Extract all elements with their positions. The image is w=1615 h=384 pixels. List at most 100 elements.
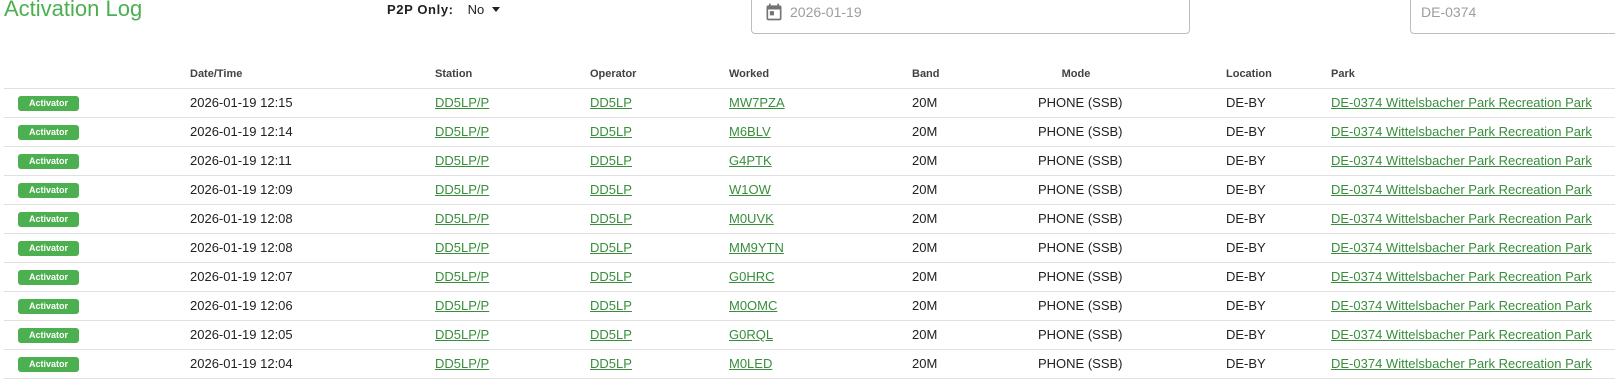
park-link[interactable]: DE-0374 Wittelsbacher Park Recreation Pa… <box>1331 240 1592 255</box>
operator-link[interactable]: DD5LP <box>590 298 632 313</box>
activator-badge: Activator <box>18 125 80 141</box>
band-cell: 20M <box>912 356 938 371</box>
worked-link[interactable]: G4PTK <box>729 153 772 168</box>
operator-link[interactable]: DD5LP <box>590 153 632 168</box>
station-link[interactable]: DD5LP/P <box>435 269 489 284</box>
activation-log-table: Date/Time Station Operator Worked Band M… <box>4 60 1615 379</box>
station-cell: DD5LP/P <box>435 234 489 262</box>
table-row: Activator 2026-01-19 12:09 DD5LP/P DD5LP… <box>4 176 1615 205</box>
worked-link[interactable]: M0OMC <box>729 298 777 313</box>
activator-badge: Activator <box>18 299 80 315</box>
worked-link[interactable]: W1OW <box>729 182 771 197</box>
station-link[interactable]: DD5LP/P <box>435 153 489 168</box>
table-row: Activator 2026-01-19 12:07 DD5LP/P DD5LP… <box>4 263 1615 292</box>
calendar-icon[interactable] <box>764 2 784 22</box>
station-link[interactable]: DD5LP/P <box>435 240 489 255</box>
operator-link[interactable]: DD5LP <box>590 327 632 342</box>
location-cell: DE-BY <box>1226 298 1266 313</box>
datetime-cell: 2026-01-19 12:09 <box>190 182 293 197</box>
worked-link[interactable]: M0UVK <box>729 211 774 226</box>
operator-link[interactable]: DD5LP <box>590 182 632 197</box>
worked-cell: M6BLV <box>729 118 771 146</box>
operator-cell: DD5LP <box>590 176 632 204</box>
mode-cell: PHONE (SSB) <box>1038 124 1123 139</box>
mode-cell: PHONE (SSB) <box>1038 269 1123 284</box>
table-row: Activator 2026-01-19 12:08 DD5LP/P DD5LP… <box>4 234 1615 263</box>
operator-link[interactable]: DD5LP <box>590 240 632 255</box>
operator-link[interactable]: DD5LP <box>590 95 632 110</box>
activator-badge: Activator <box>18 96 80 112</box>
activator-badge: Activator <box>18 183 80 199</box>
station-cell: DD5LP/P <box>435 118 489 146</box>
mode-cell: PHONE (SSB) <box>1038 298 1123 313</box>
activator-badge: Activator <box>18 357 80 373</box>
col-header-worked: Worked <box>729 68 770 80</box>
datetime-cell: 2026-01-19 12:08 <box>190 240 293 255</box>
p2p-filter: P2P Only: No <box>387 2 501 17</box>
datetime-cell: 2026-01-19 12:14 <box>190 124 293 139</box>
park-input[interactable]: DE-0374 <box>1410 0 1615 34</box>
station-link[interactable]: DD5LP/P <box>435 95 489 110</box>
station-link[interactable]: DD5LP/P <box>435 211 489 226</box>
band-cell: 20M <box>912 298 938 313</box>
station-link[interactable]: DD5LP/P <box>435 182 489 197</box>
location-cell: DE-BY <box>1226 327 1266 342</box>
operator-link[interactable]: DD5LP <box>590 269 632 284</box>
mode-cell: PHONE (SSB) <box>1038 327 1123 342</box>
badge-cell: Activator <box>18 176 80 204</box>
park-link[interactable]: DE-0374 Wittelsbacher Park Recreation Pa… <box>1331 182 1592 197</box>
location-cell: DE-BY <box>1226 240 1266 255</box>
location-cell: DE-BY <box>1226 269 1266 284</box>
datetime-cell: 2026-01-19 12:06 <box>190 298 293 313</box>
datetime-cell: 2026-01-19 12:15 <box>190 95 293 110</box>
band-cell: 20M <box>912 269 938 284</box>
park-link[interactable]: DE-0374 Wittelsbacher Park Recreation Pa… <box>1331 269 1592 284</box>
park-link[interactable]: DE-0374 Wittelsbacher Park Recreation Pa… <box>1331 211 1592 226</box>
badge-cell: Activator <box>18 147 80 175</box>
worked-link[interactable]: M6BLV <box>729 124 771 139</box>
station-cell: DD5LP/P <box>435 147 489 175</box>
worked-link[interactable]: G0HRC <box>729 269 775 284</box>
operator-cell: DD5LP <box>590 147 632 175</box>
worked-link[interactable]: MM9YTN <box>729 240 784 255</box>
park-link[interactable]: DE-0374 Wittelsbacher Park Recreation Pa… <box>1331 124 1592 139</box>
worked-cell: M0LED <box>729 350 772 378</box>
worked-cell: W1OW <box>729 176 771 204</box>
park-link[interactable]: DE-0374 Wittelsbacher Park Recreation Pa… <box>1331 298 1592 313</box>
park-cell: DE-0374 Wittelsbacher Park Recreation Pa… <box>1331 205 1592 233</box>
worked-cell: G4PTK <box>729 147 772 175</box>
operator-link[interactable]: DD5LP <box>590 211 632 226</box>
datetime-cell: 2026-01-19 12:11 <box>190 153 292 168</box>
col-header-park: Park <box>1331 68 1355 80</box>
p2p-value: No <box>467 2 485 17</box>
location-cell: DE-BY <box>1226 211 1266 226</box>
worked-link[interactable]: MW7PZA <box>729 95 785 110</box>
operator-link[interactable]: DD5LP <box>590 124 632 139</box>
worked-cell: MW7PZA <box>729 89 785 117</box>
park-cell: DE-0374 Wittelsbacher Park Recreation Pa… <box>1331 263 1592 291</box>
park-link[interactable]: DE-0374 Wittelsbacher Park Recreation Pa… <box>1331 327 1592 342</box>
park-link[interactable]: DE-0374 Wittelsbacher Park Recreation Pa… <box>1331 153 1592 168</box>
table-header: Date/Time Station Operator Worked Band M… <box>4 60 1615 89</box>
badge-cell: Activator <box>18 263 80 291</box>
location-cell: DE-BY <box>1226 124 1266 139</box>
park-cell: DE-0374 Wittelsbacher Park Recreation Pa… <box>1331 321 1592 349</box>
worked-link[interactable]: M0LED <box>729 356 772 371</box>
park-link[interactable]: DE-0374 Wittelsbacher Park Recreation Pa… <box>1331 95 1592 110</box>
badge-cell: Activator <box>18 89 80 117</box>
station-link[interactable]: DD5LP/P <box>435 298 489 313</box>
worked-link[interactable]: G0RQL <box>729 327 773 342</box>
park-link[interactable]: DE-0374 Wittelsbacher Park Recreation Pa… <box>1331 356 1592 371</box>
mode-cell: PHONE (SSB) <box>1038 182 1123 197</box>
station-link[interactable]: DD5LP/P <box>435 327 489 342</box>
station-link[interactable]: DD5LP/P <box>435 356 489 371</box>
operator-cell: DD5LP <box>590 118 632 146</box>
station-link[interactable]: DD5LP/P <box>435 124 489 139</box>
operator-link[interactable]: DD5LP <box>590 356 632 371</box>
p2p-select[interactable]: No <box>468 2 501 17</box>
date-input-value: 2026-01-19 <box>790 4 862 20</box>
badge-cell: Activator <box>18 350 80 378</box>
col-header-station: Station <box>435 68 473 80</box>
date-input[interactable]: 2026-01-19 <box>751 0 1190 34</box>
activator-badge: Activator <box>18 270 80 286</box>
